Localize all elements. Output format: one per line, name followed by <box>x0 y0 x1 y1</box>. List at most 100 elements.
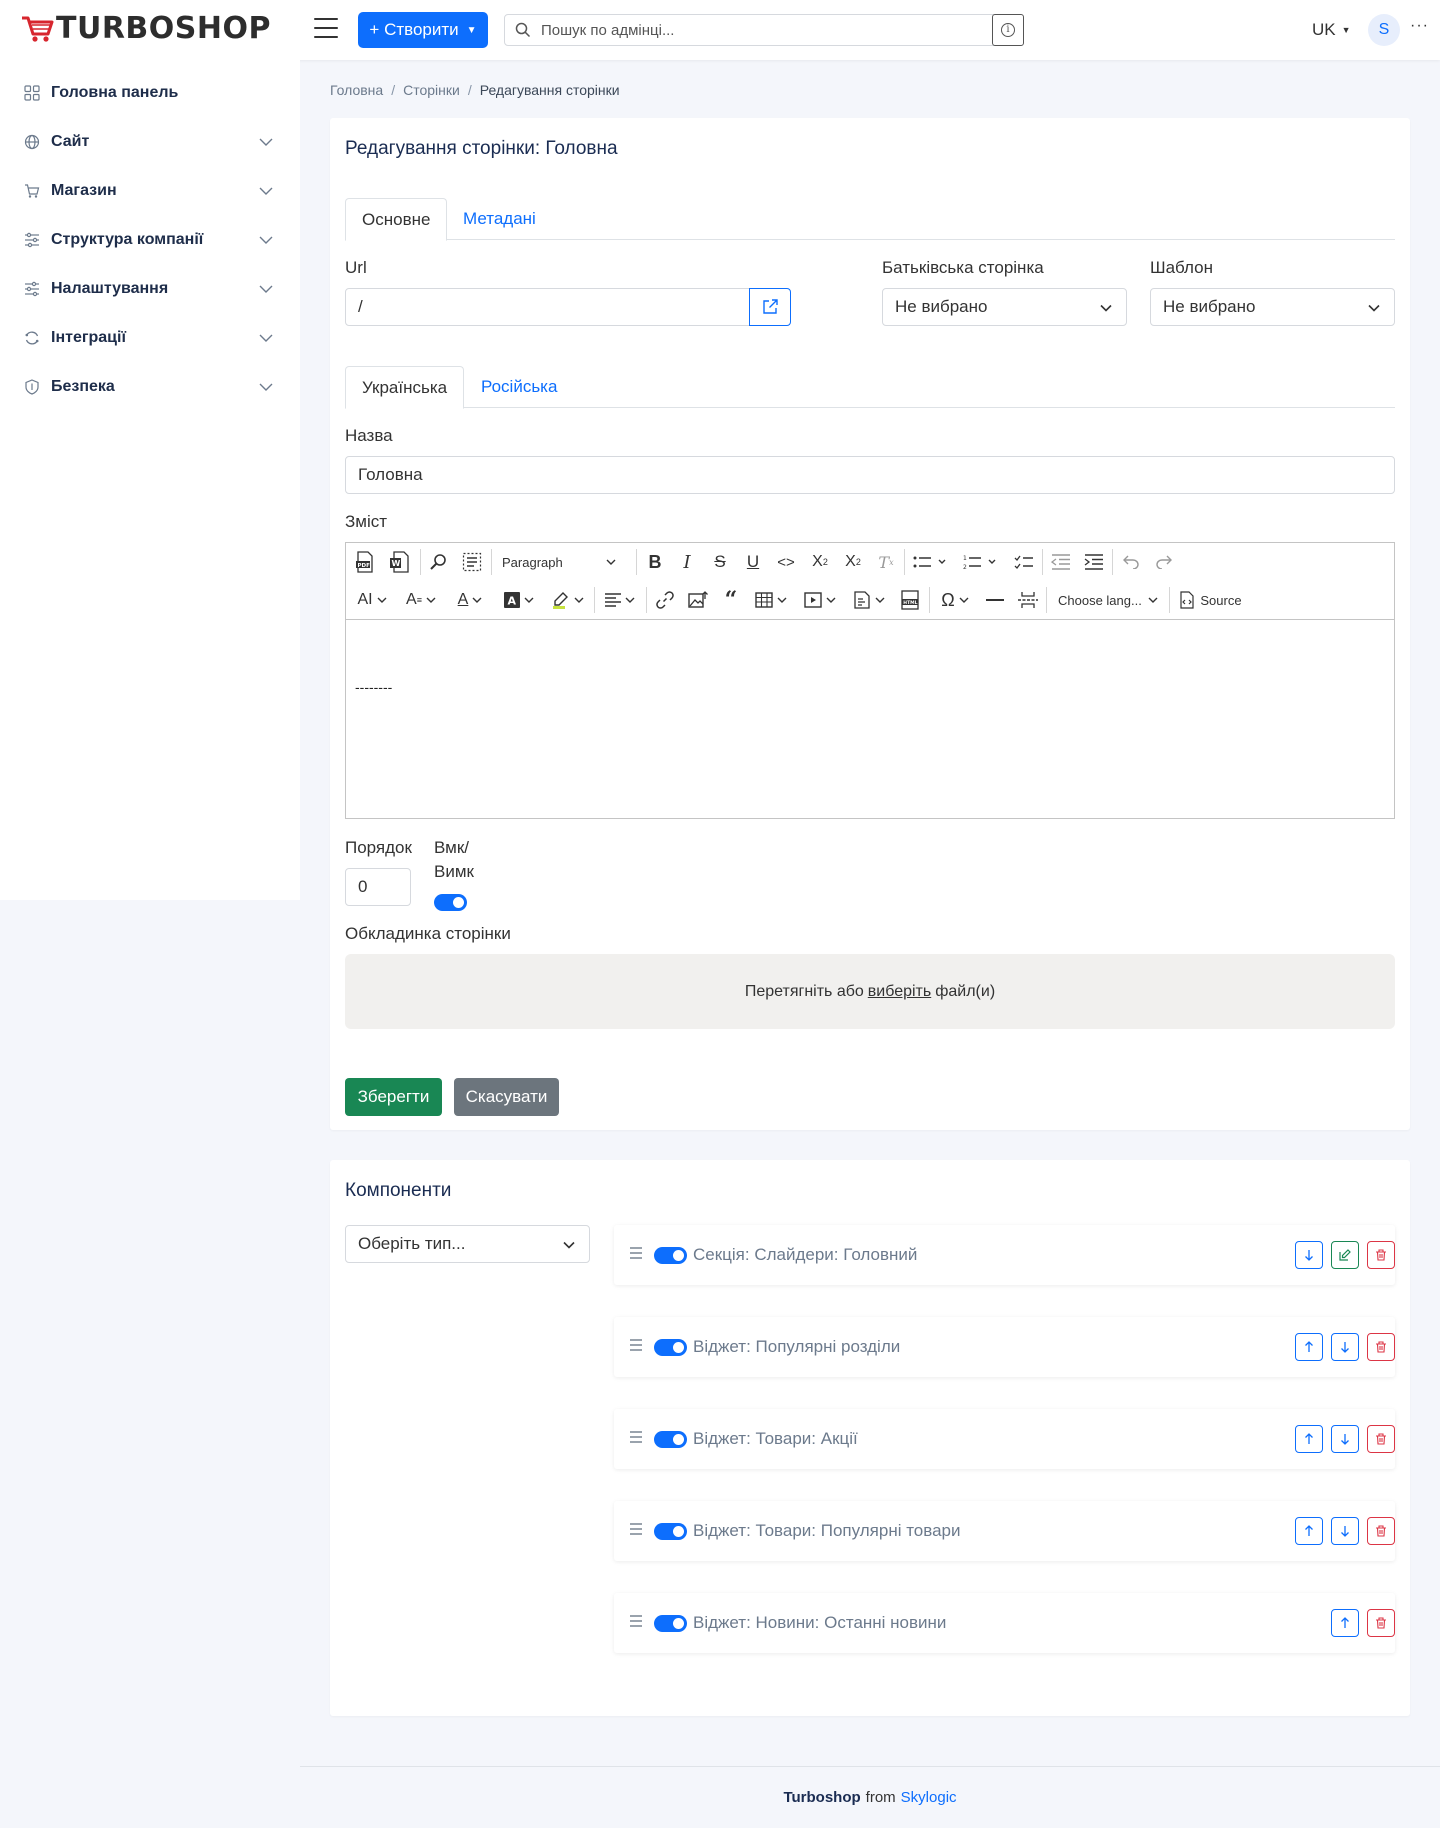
html-embed-icon[interactable]: HTML <box>897 587 923 613</box>
cover-dropzone[interactable]: Перетягніть або виберіть файл(и) <box>345 954 1395 1029</box>
move-up-button[interactable] <box>1295 1425 1323 1453</box>
more-icon[interactable]: ··· <box>1410 17 1429 35</box>
export-pdf-icon[interactable]: PDF <box>352 549 378 575</box>
move-up-button[interactable] <box>1295 1517 1323 1545</box>
parent-page-select[interactable]: Не вибрано <box>882 288 1127 326</box>
tab-russian[interactable]: Російська <box>465 366 573 408</box>
sidebar-item-site[interactable]: Сайт <box>0 117 300 166</box>
move-down-button[interactable] <box>1331 1425 1359 1453</box>
font-color-icon[interactable]: A <box>450 587 490 613</box>
search-input[interactable] <box>541 15 991 45</box>
language-selector[interactable]: UK ▼ <box>1312 20 1351 40</box>
component-toggle[interactable] <box>654 1247 687 1264</box>
search-info-button[interactable]: i <box>992 14 1024 46</box>
font-background-icon[interactable]: A <box>499 587 539 613</box>
drag-handle-icon[interactable] <box>630 1523 642 1537</box>
user-avatar[interactable]: S <box>1368 14 1400 46</box>
todo-list-icon[interactable] <box>1012 549 1036 575</box>
component-type-select[interactable]: Оберіть тип... <box>345 1225 590 1263</box>
strikethrough-icon[interactable]: S <box>708 549 732 575</box>
active-toggle[interactable] <box>434 894 467 911</box>
delete-button[interactable] <box>1367 1333 1395 1361</box>
insert-table-icon[interactable] <box>751 587 791 613</box>
component-toggle[interactable] <box>654 1339 687 1356</box>
insert-image-icon[interactable] <box>685 587 711 613</box>
move-down-button[interactable] <box>1331 1517 1359 1545</box>
component-toggle[interactable] <box>654 1615 687 1632</box>
insert-template-icon[interactable] <box>849 587 889 613</box>
export-word-icon[interactable]: W <box>386 549 412 575</box>
breadcrumb-home[interactable]: Головна <box>330 82 383 98</box>
paragraph-style-dropdown[interactable]: Paragraph <box>496 549 622 575</box>
font-family-icon[interactable]: A ≡ <box>401 587 441 613</box>
sidebar-item-company-structure[interactable]: Структура компанії <box>0 215 300 264</box>
component-name[interactable]: Віджет: Товари: Акції <box>693 1429 858 1449</box>
drag-handle-icon[interactable] <box>630 1247 642 1261</box>
move-up-button[interactable] <box>1331 1609 1359 1637</box>
sidebar-item-security[interactable]: Безпека <box>0 362 300 411</box>
footer-company-link[interactable]: Skylogic <box>901 1789 957 1806</box>
sidebar-item-integrations[interactable]: Інтеграції <box>0 313 300 362</box>
open-url-button[interactable] <box>749 288 791 326</box>
undo-icon[interactable] <box>1119 549 1143 575</box>
superscript-icon[interactable]: X2 <box>841 549 865 575</box>
redo-icon[interactable] <box>1152 549 1176 575</box>
drag-handle-icon[interactable] <box>630 1431 642 1445</box>
move-down-button[interactable] <box>1331 1333 1359 1361</box>
blockquote-icon[interactable]: “ <box>718 587 744 613</box>
menu-toggle-button[interactable] <box>314 18 338 40</box>
tab-main[interactable]: Основне <box>345 198 448 241</box>
select-all-icon[interactable] <box>459 549 485 575</box>
edit-button[interactable] <box>1331 1241 1359 1269</box>
component-name[interactable]: Віджет: Товари: Популярні товари <box>693 1521 961 1541</box>
outdent-icon[interactable] <box>1049 549 1073 575</box>
remove-format-icon[interactable]: Tx <box>874 549 898 575</box>
sidebar-item-dashboard[interactable]: Головна панель <box>0 68 300 117</box>
move-down-button[interactable] <box>1295 1241 1323 1269</box>
component-name[interactable]: Віджет: Популярні розділи <box>693 1337 900 1357</box>
source-button[interactable]: Source <box>1175 587 1245 613</box>
bulleted-list-icon[interactable] <box>911 549 951 575</box>
dropzone-browse-link[interactable]: виберіть <box>868 983 931 1001</box>
component-name[interactable]: Секція: Слайдери: Головний <box>693 1245 917 1265</box>
drag-handle-icon[interactable] <box>630 1339 642 1353</box>
name-input[interactable]: Головна <box>345 456 1395 494</box>
bold-icon[interactable]: B <box>643 549 667 575</box>
tab-metadata[interactable]: Метадані <box>447 198 552 240</box>
move-up-button[interactable] <box>1295 1333 1323 1361</box>
drag-handle-icon[interactable] <box>630 1615 642 1629</box>
brand-logo[interactable]: TURBOSHOP <box>20 14 271 44</box>
create-button[interactable]: + Створити ▼ <box>358 12 488 48</box>
tab-ukrainian[interactable]: Українська <box>345 366 465 409</box>
special-characters-icon[interactable]: Ω <box>935 587 975 613</box>
save-button[interactable]: Зберегти <box>345 1078 442 1116</box>
code-language-dropdown[interactable]: Choose lang... <box>1052 587 1164 613</box>
component-toggle[interactable] <box>654 1431 687 1448</box>
link-icon[interactable] <box>652 587 678 613</box>
order-input[interactable]: 0 <box>345 868 411 906</box>
delete-button[interactable] <box>1367 1425 1395 1453</box>
sidebar-item-settings[interactable]: Налаштування <box>0 264 300 313</box>
page-break-icon[interactable] <box>1016 587 1040 613</box>
indent-icon[interactable] <box>1082 549 1106 575</box>
delete-button[interactable] <box>1367 1609 1395 1637</box>
italic-icon[interactable]: I <box>675 549 699 575</box>
insert-media-icon[interactable] <box>800 587 840 613</box>
component-toggle[interactable] <box>654 1523 687 1540</box>
find-replace-icon[interactable] <box>426 549 452 575</box>
font-size-icon[interactable]: AI <box>352 587 392 613</box>
template-select[interactable]: Не вибрано <box>1150 288 1395 326</box>
cancel-button[interactable]: Скасувати <box>454 1078 559 1116</box>
delete-button[interactable] <box>1367 1517 1395 1545</box>
underline-icon[interactable]: U <box>741 549 765 575</box>
breadcrumb-pages[interactable]: Сторінки <box>403 82 460 98</box>
editor-content-area[interactable]: -------- <box>346 621 1394 818</box>
code-icon[interactable]: <> <box>774 549 798 575</box>
horizontal-line-icon[interactable] <box>983 587 1007 613</box>
subscript-icon[interactable]: X2 <box>808 549 832 575</box>
text-align-icon[interactable] <box>600 587 640 613</box>
component-name[interactable]: Віджет: Новини: Останні новини <box>693 1613 946 1633</box>
highlight-icon[interactable] <box>548 587 588 613</box>
numbered-list-icon[interactable]: 12 <box>961 549 1001 575</box>
sidebar-item-shop[interactable]: Магазин <box>0 166 300 215</box>
